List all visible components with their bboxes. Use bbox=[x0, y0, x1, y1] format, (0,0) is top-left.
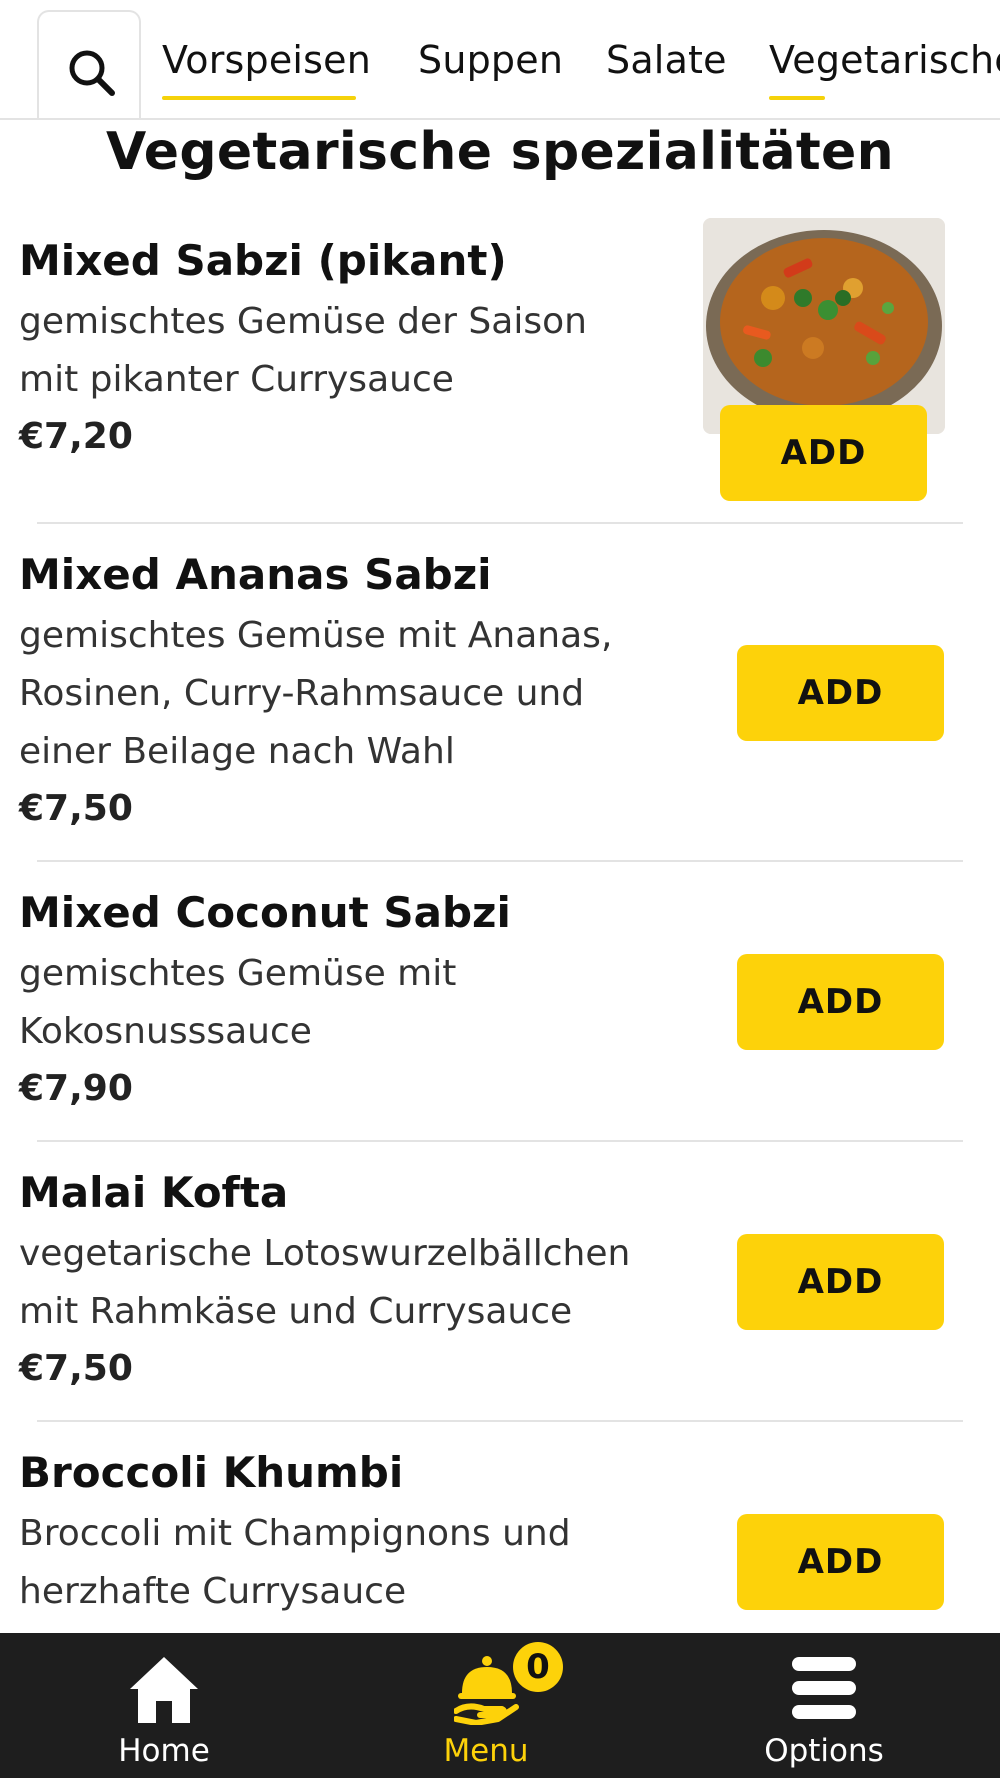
nav-menu-label: Menu bbox=[443, 1733, 529, 1769]
item-description: gemischtes Gemüse mit Ananas, Rosinen, C… bbox=[19, 615, 613, 772]
item-description: gemischtes Gemüse mit Kokosnusssauce bbox=[19, 953, 457, 1052]
add-button[interactable]: ADD bbox=[737, 1514, 944, 1610]
search-icon bbox=[69, 50, 115, 96]
nav-menu[interactable]: Menu bbox=[376, 1633, 596, 1778]
tab-salate[interactable]: Salate bbox=[606, 38, 727, 82]
bottom-nav: Home Menu Options bbox=[0, 1633, 1000, 1778]
divider bbox=[37, 1140, 963, 1142]
add-button[interactable]: ADD bbox=[737, 645, 944, 741]
tab-vegetarische-underline bbox=[769, 96, 825, 100]
add-button[interactable]: ADD bbox=[737, 954, 944, 1050]
divider bbox=[37, 860, 963, 862]
food-image[interactable] bbox=[703, 218, 945, 434]
section-title: Vegetarische spezialitäten bbox=[106, 122, 894, 182]
divider bbox=[37, 1420, 963, 1422]
item-name: Malai Kofta bbox=[19, 1168, 289, 1217]
item-name: Mixed Coconut Sabzi bbox=[19, 888, 511, 937]
item-price: €7,50 bbox=[19, 1348, 133, 1389]
nav-options-label: Options bbox=[764, 1733, 884, 1769]
item-description: vegetarische Lotoswurzelbällchen mit Rah… bbox=[19, 1233, 631, 1332]
item-price: €7,50 bbox=[19, 788, 133, 829]
tab-vegetarische[interactable]: Vegetarische spezialitäten bbox=[769, 38, 1000, 82]
item-description: Broccoli mit Champignons und herzhafte C… bbox=[19, 1513, 571, 1612]
nav-home[interactable]: Home bbox=[54, 1633, 274, 1778]
item-price: €7,90 bbox=[19, 1068, 133, 1109]
item-description: gemischtes Gemüse der Saison mit pikante… bbox=[19, 301, 587, 400]
search-button[interactable] bbox=[37, 10, 141, 118]
item-price: €7,20 bbox=[19, 416, 133, 457]
item-name: Mixed Ananas Sabzi bbox=[19, 550, 492, 599]
tab-vorspeisen[interactable]: Vorspeisen bbox=[162, 38, 371, 82]
options-hamburger-icon bbox=[792, 1657, 856, 1719]
divider bbox=[37, 522, 963, 524]
category-tab-bar: Vorspeisen Suppen Salate Vegetarische sp… bbox=[0, 0, 1000, 120]
add-button[interactable]: ADD bbox=[737, 1234, 944, 1330]
add-button[interactable]: ADD bbox=[720, 405, 927, 501]
tab-suppen[interactable]: Suppen bbox=[418, 38, 563, 82]
item-name: Broccoli Khumbi bbox=[19, 1448, 404, 1497]
nav-home-label: Home bbox=[118, 1733, 210, 1769]
menu-cloche-icon bbox=[454, 1656, 519, 1725]
cart-count-badge: 0 bbox=[513, 1642, 563, 1692]
nav-options[interactable]: Options bbox=[714, 1633, 934, 1778]
home-icon bbox=[130, 1657, 198, 1723]
tab-vorspeisen-underline bbox=[162, 96, 356, 100]
item-name: Mixed Sabzi (pikant) bbox=[19, 236, 507, 285]
